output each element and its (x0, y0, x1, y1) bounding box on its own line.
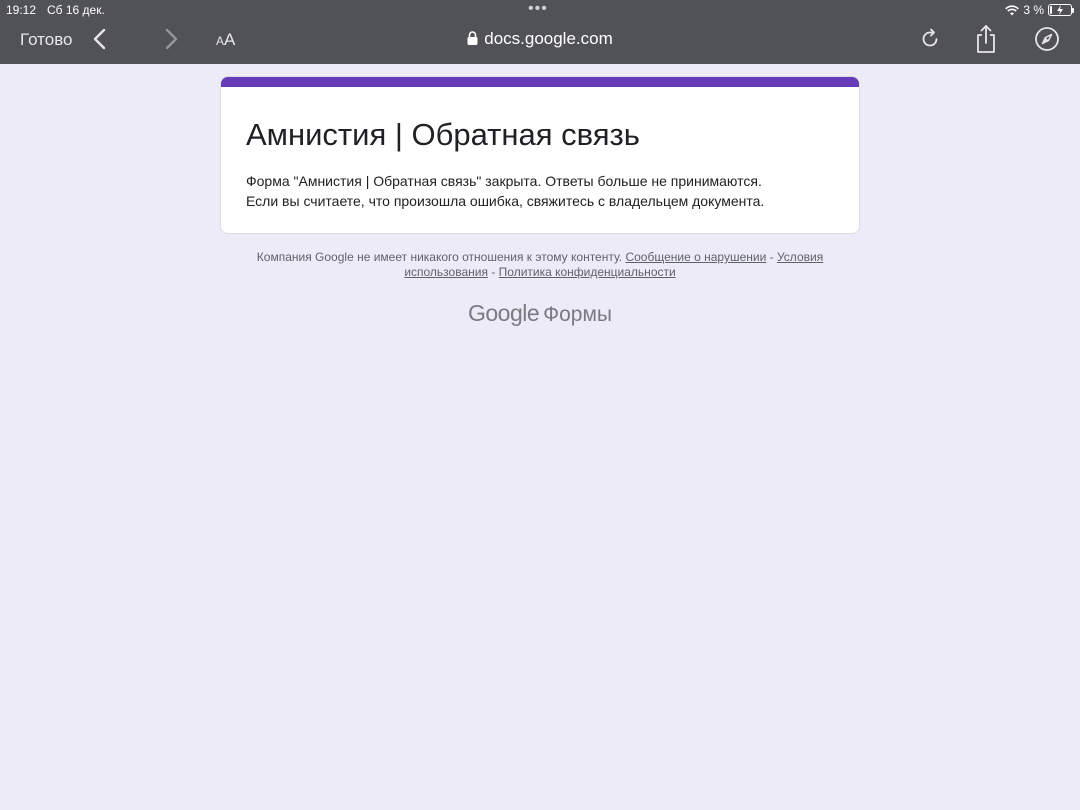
battery-icon (1048, 4, 1074, 16)
form-closed-message-line1: Форма "Амнистия | Обратная связь" закрыт… (246, 173, 762, 189)
chevron-right-icon[interactable] (163, 28, 179, 55)
status-date: Сб 16 дек. (47, 3, 105, 17)
lock-icon (467, 30, 478, 50)
terms-link-part1[interactable]: Условия (777, 250, 823, 264)
browser-chrome: 19:12 Сб 16 дек. ••• 3 % Готово AA docs.… (0, 0, 1080, 64)
share-icon[interactable] (974, 24, 998, 59)
multitasking-dots-icon[interactable]: ••• (528, 0, 548, 18)
url-text[interactable]: docs.google.com (484, 29, 613, 48)
text-size-large-label: A (224, 30, 236, 49)
reload-icon[interactable] (919, 28, 941, 55)
privacy-link[interactable]: Политика конфиденциальности (499, 265, 676, 279)
status-time: 19:12 (6, 3, 37, 17)
done-button[interactable]: Готово (20, 30, 73, 50)
card-accent-bar (221, 77, 859, 87)
address-bar[interactable]: docs.google.com (0, 29, 1080, 50)
form-closed-message: Форма "Амнистия | Обратная связь" закрыт… (246, 171, 764, 211)
brand-google: Google (467, 300, 540, 326)
browser-toolbar: Готово AA docs.google.com (0, 20, 1080, 60)
terms-link-part2[interactable]: использования (404, 265, 488, 279)
form-closed-message-line2: Если вы считаете, что произошла ошибка, … (246, 193, 765, 209)
separator: - (491, 265, 496, 279)
text-size-small-label: A (216, 34, 225, 48)
status-right: 3 % (1005, 3, 1074, 17)
separator: - (769, 250, 774, 264)
form-closed-card: Амнистия | Обратная связь Форма "Амнисти… (220, 76, 860, 234)
brand-forms: Формы (543, 303, 613, 326)
footer-disclaimer: Компания Google не имеет никакого отноше… (240, 250, 840, 280)
wifi-icon (1005, 4, 1020, 16)
google-forms-logo[interactable]: Google Формы (0, 300, 1080, 327)
compass-icon[interactable] (1034, 26, 1060, 57)
form-title: Амнистия | Обратная связь (246, 117, 640, 152)
text-size-button[interactable]: AA (216, 30, 235, 50)
report-abuse-link[interactable]: Сообщение о нарушении (625, 250, 766, 264)
status-bar: 19:12 Сб 16 дек. ••• 3 % (0, 0, 1080, 20)
disclaimer-text: Компания Google не имеет никакого отноше… (256, 250, 623, 264)
battery-percent: 3 % (1023, 3, 1044, 17)
chevron-left-icon[interactable] (92, 28, 108, 55)
